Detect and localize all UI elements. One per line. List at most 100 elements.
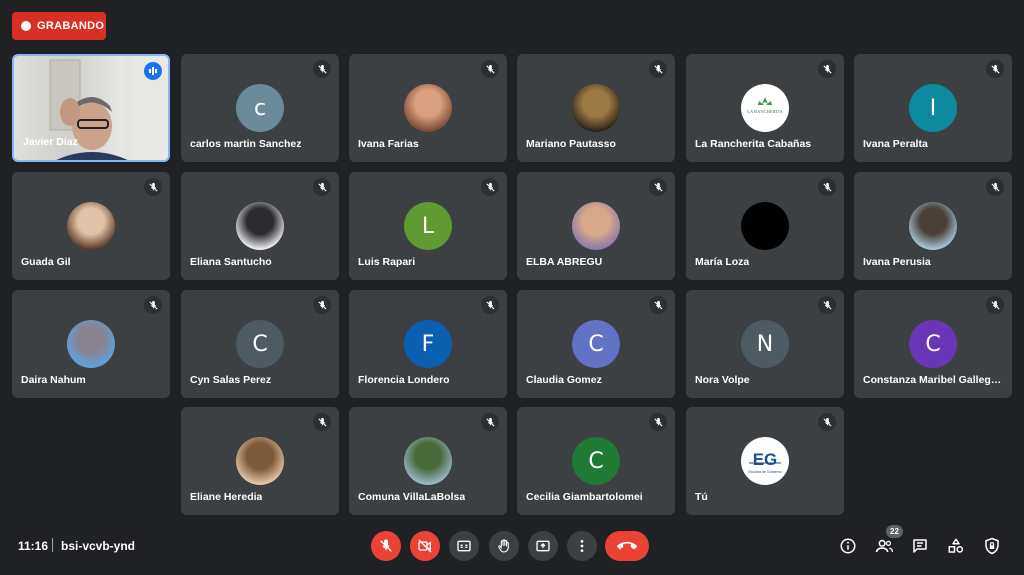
participant-tile[interactable]: Mariano Pautasso [517,54,675,162]
participant-tile[interactable]: C Cyn Salas Perez [181,290,339,398]
participant-tile[interactable]: C Constanza Maribel Gallegos [854,290,1012,398]
participant-tile[interactable]: C Cecilia Giambartolomei [517,407,675,515]
participant-tile[interactable]: C Claudia Gomez [517,290,675,398]
participant-tile[interactable]: F Florencia Londero [349,290,507,398]
mic-muted-icon [818,60,836,78]
participant-tile[interactable]: I Ivana Peralta [854,54,1012,162]
participant-tile[interactable]: ELBA ABREGU [517,172,675,280]
avatar-initial: C [572,437,620,485]
participant-tile[interactable]: LA RANCHERITA La Rancherita Cabañas [686,54,844,162]
raise-hand-button[interactable] [489,531,519,561]
recording-badge[interactable]: GRABANDO [12,12,106,40]
participant-name: Ivana Farias [358,138,419,150]
participant-tile[interactable]: Guada Gil [12,172,170,280]
more-vert-icon [580,540,584,552]
avatar-photo [67,320,115,368]
participant-tile[interactable]: Daira Nahum [12,290,170,398]
present-screen-button[interactable] [528,531,558,561]
meeting-code: bsi-vcvb-ynd [61,539,136,553]
meeting-clock: 11:16 [18,539,49,553]
people-count-badge: 22 [886,525,903,538]
avatar-initial: F [404,320,452,368]
participant-tile[interactable]: c carlos martin Sanchez [181,54,339,162]
avatar-photo [236,437,284,485]
mic-muted-icon [986,178,1004,196]
activities-icon [948,538,964,553]
participant-tile[interactable]: Ivana Farias [349,54,507,162]
meeting-details-button[interactable] [836,534,860,558]
avatar-photo [236,202,284,250]
participant-name: Nora Volpe [695,374,750,386]
participant-tile[interactable]: L Luis Rapari [349,172,507,280]
camera-toggle-button[interactable] [410,531,440,561]
participant-name: Eliana Santucho [190,256,272,268]
participant-name: ELBA ABREGU [526,256,603,268]
mic-muted-icon [144,178,162,196]
host-controls-button[interactable] [980,534,1004,558]
captions-button[interactable] [449,531,479,561]
mic-muted-icon [313,413,331,431]
camera-off-icon [418,539,432,553]
mic-muted-icon [481,296,499,314]
mic-muted-icon [313,60,331,78]
shield-lock-icon [985,537,999,555]
mic-muted-icon [986,60,1004,78]
mic-toggle-button[interactable] [371,531,401,561]
participant-tile[interactable]: María Loza [686,172,844,280]
raise-hand-icon [498,539,509,553]
participant-name: Constanza Maribel Gallegos [863,374,1003,386]
participant-name: Cecilia Giambartolomei [526,491,643,503]
participant-name: Javier Diaz [23,136,78,148]
mic-muted-icon [649,60,667,78]
participant-name: Luis Rapari [358,256,416,268]
participant-name: Comuna VillaLaBolsa [358,491,466,503]
avatar-initial: N [741,320,789,368]
svg-text:EG: EG [753,450,778,469]
participant-tile[interactable]: Comuna VillaLaBolsa [349,407,507,515]
avatar-initial: L [404,202,452,250]
recording-dot-icon [21,21,31,31]
participant-name: Mariano Pautasso [526,138,616,150]
participant-tile[interactable]: Eliana Santucho [181,172,339,280]
avatar-initial: C [909,320,957,368]
participant-name: carlos martin Sanchez [190,138,302,150]
avatar-initial: I [909,84,957,132]
participant-name: Ivana Perusia [863,256,931,268]
info-icon [840,538,856,554]
participant-tile[interactable]: EG Escuela de Gobierno Tú [686,407,844,515]
mic-muted-icon [313,178,331,196]
avatar-initial: C [236,320,284,368]
avatar-initial: c [236,84,284,132]
participant-tile[interactable]: N Nora Volpe [686,290,844,398]
activities-button[interactable] [944,534,968,558]
recording-label: GRABANDO [37,20,105,32]
avatar [741,202,789,250]
hang-up-icon [617,541,637,550]
participant-name: María Loza [695,256,750,268]
mic-muted-icon [481,178,499,196]
mic-muted-icon [818,178,836,196]
mic-muted-icon [481,60,499,78]
participant-name: Guada Gil [21,256,71,268]
participant-name: Florencia Londero [358,374,450,386]
participant-name: Daira Nahum [21,374,86,386]
mic-muted-icon [313,296,331,314]
mic-muted-icon [986,296,1004,314]
mic-muted-icon [144,296,162,314]
avatar-photo [404,84,452,132]
participant-tile[interactable]: Ivana Perusia [854,172,1012,280]
participant-tile[interactable]: Javier Diaz [12,54,170,162]
participant-tile[interactable]: Eliane Heredia [181,407,339,515]
avatar-photo [572,202,620,250]
present-screen-icon [536,540,550,552]
chat-button[interactable] [908,534,932,558]
avatar-photo [909,202,957,250]
avatar-photo [404,437,452,485]
mic-muted-icon [818,413,836,431]
leave-call-button[interactable] [605,531,649,561]
avatar-photo [67,202,115,250]
more-options-button[interactable] [567,531,597,561]
svg-text:LA RANCHERITA: LA RANCHERITA [747,109,783,114]
chat-icon [913,539,927,553]
participant-name: Ivana Peralta [863,138,928,150]
